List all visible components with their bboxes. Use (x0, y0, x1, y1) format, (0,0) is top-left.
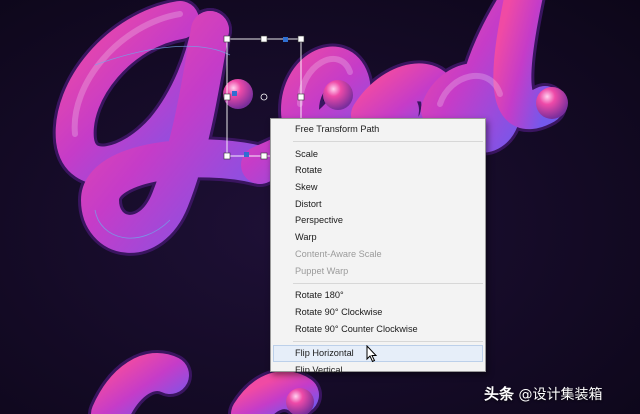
menu-item-free-transform-path[interactable]: Free Transform Path (271, 121, 485, 138)
arrow-pointer-icon (366, 345, 378, 363)
transform-handle[interactable] (260, 35, 268, 43)
menu-item-perspective[interactable]: Perspective (271, 212, 485, 229)
menu-item-content-aware-scale: Content-Aware Scale (295, 248, 382, 259)
menu-item-distort[interactable]: Distort (271, 196, 485, 213)
transform-handle[interactable] (297, 93, 305, 101)
tube-end-ball (536, 87, 568, 119)
anchor-point-icon[interactable] (283, 37, 288, 42)
menu-item-puppet-warp: Puppet Warp (295, 265, 349, 276)
menu-item-scale[interactable]: Scale (271, 146, 485, 163)
menu-separator (293, 141, 483, 143)
watermark-handle: @设计集装箱 (514, 387, 603, 403)
tube-end-ball (323, 80, 353, 110)
menu-item-warp[interactable]: Warp (271, 229, 485, 246)
menu-item-rotate[interactable]: Rotate (271, 162, 485, 179)
menu-item-rotate-90-clockwise[interactable]: Rotate 90° Clockwise (271, 304, 485, 321)
transform-handle[interactable] (223, 93, 231, 101)
anchor-point-icon[interactable] (244, 152, 249, 157)
transform-context-menu[interactable]: Free Transform Path Scale Rotate Skew Distor… (270, 118, 486, 375)
transform-handle[interactable] (223, 152, 231, 160)
menu-item-skew[interactable]: Skew (271, 179, 485, 196)
menu-item-flip-vertical[interactable]: Flip Vertical (271, 362, 485, 379)
menu-separator (293, 340, 483, 342)
watermark: 头条 @设计集装箱 (484, 383, 602, 404)
menu-separator (293, 282, 483, 284)
transform-handle[interactable] (260, 152, 268, 160)
menu-item-rotate-180[interactable]: Rotate 180° (271, 287, 485, 304)
transform-handle[interactable] (223, 35, 231, 43)
menu-item-rotate-90-counter-clockwise[interactable]: Rotate 90° Counter Clockwise (271, 321, 485, 338)
transform-handle[interactable] (297, 35, 305, 43)
watermark-brand: 头条 (484, 385, 515, 403)
anchor-point-icon[interactable] (232, 91, 237, 96)
menu-item-flip-horizontal[interactable]: Flip Horizontal (273, 345, 483, 362)
